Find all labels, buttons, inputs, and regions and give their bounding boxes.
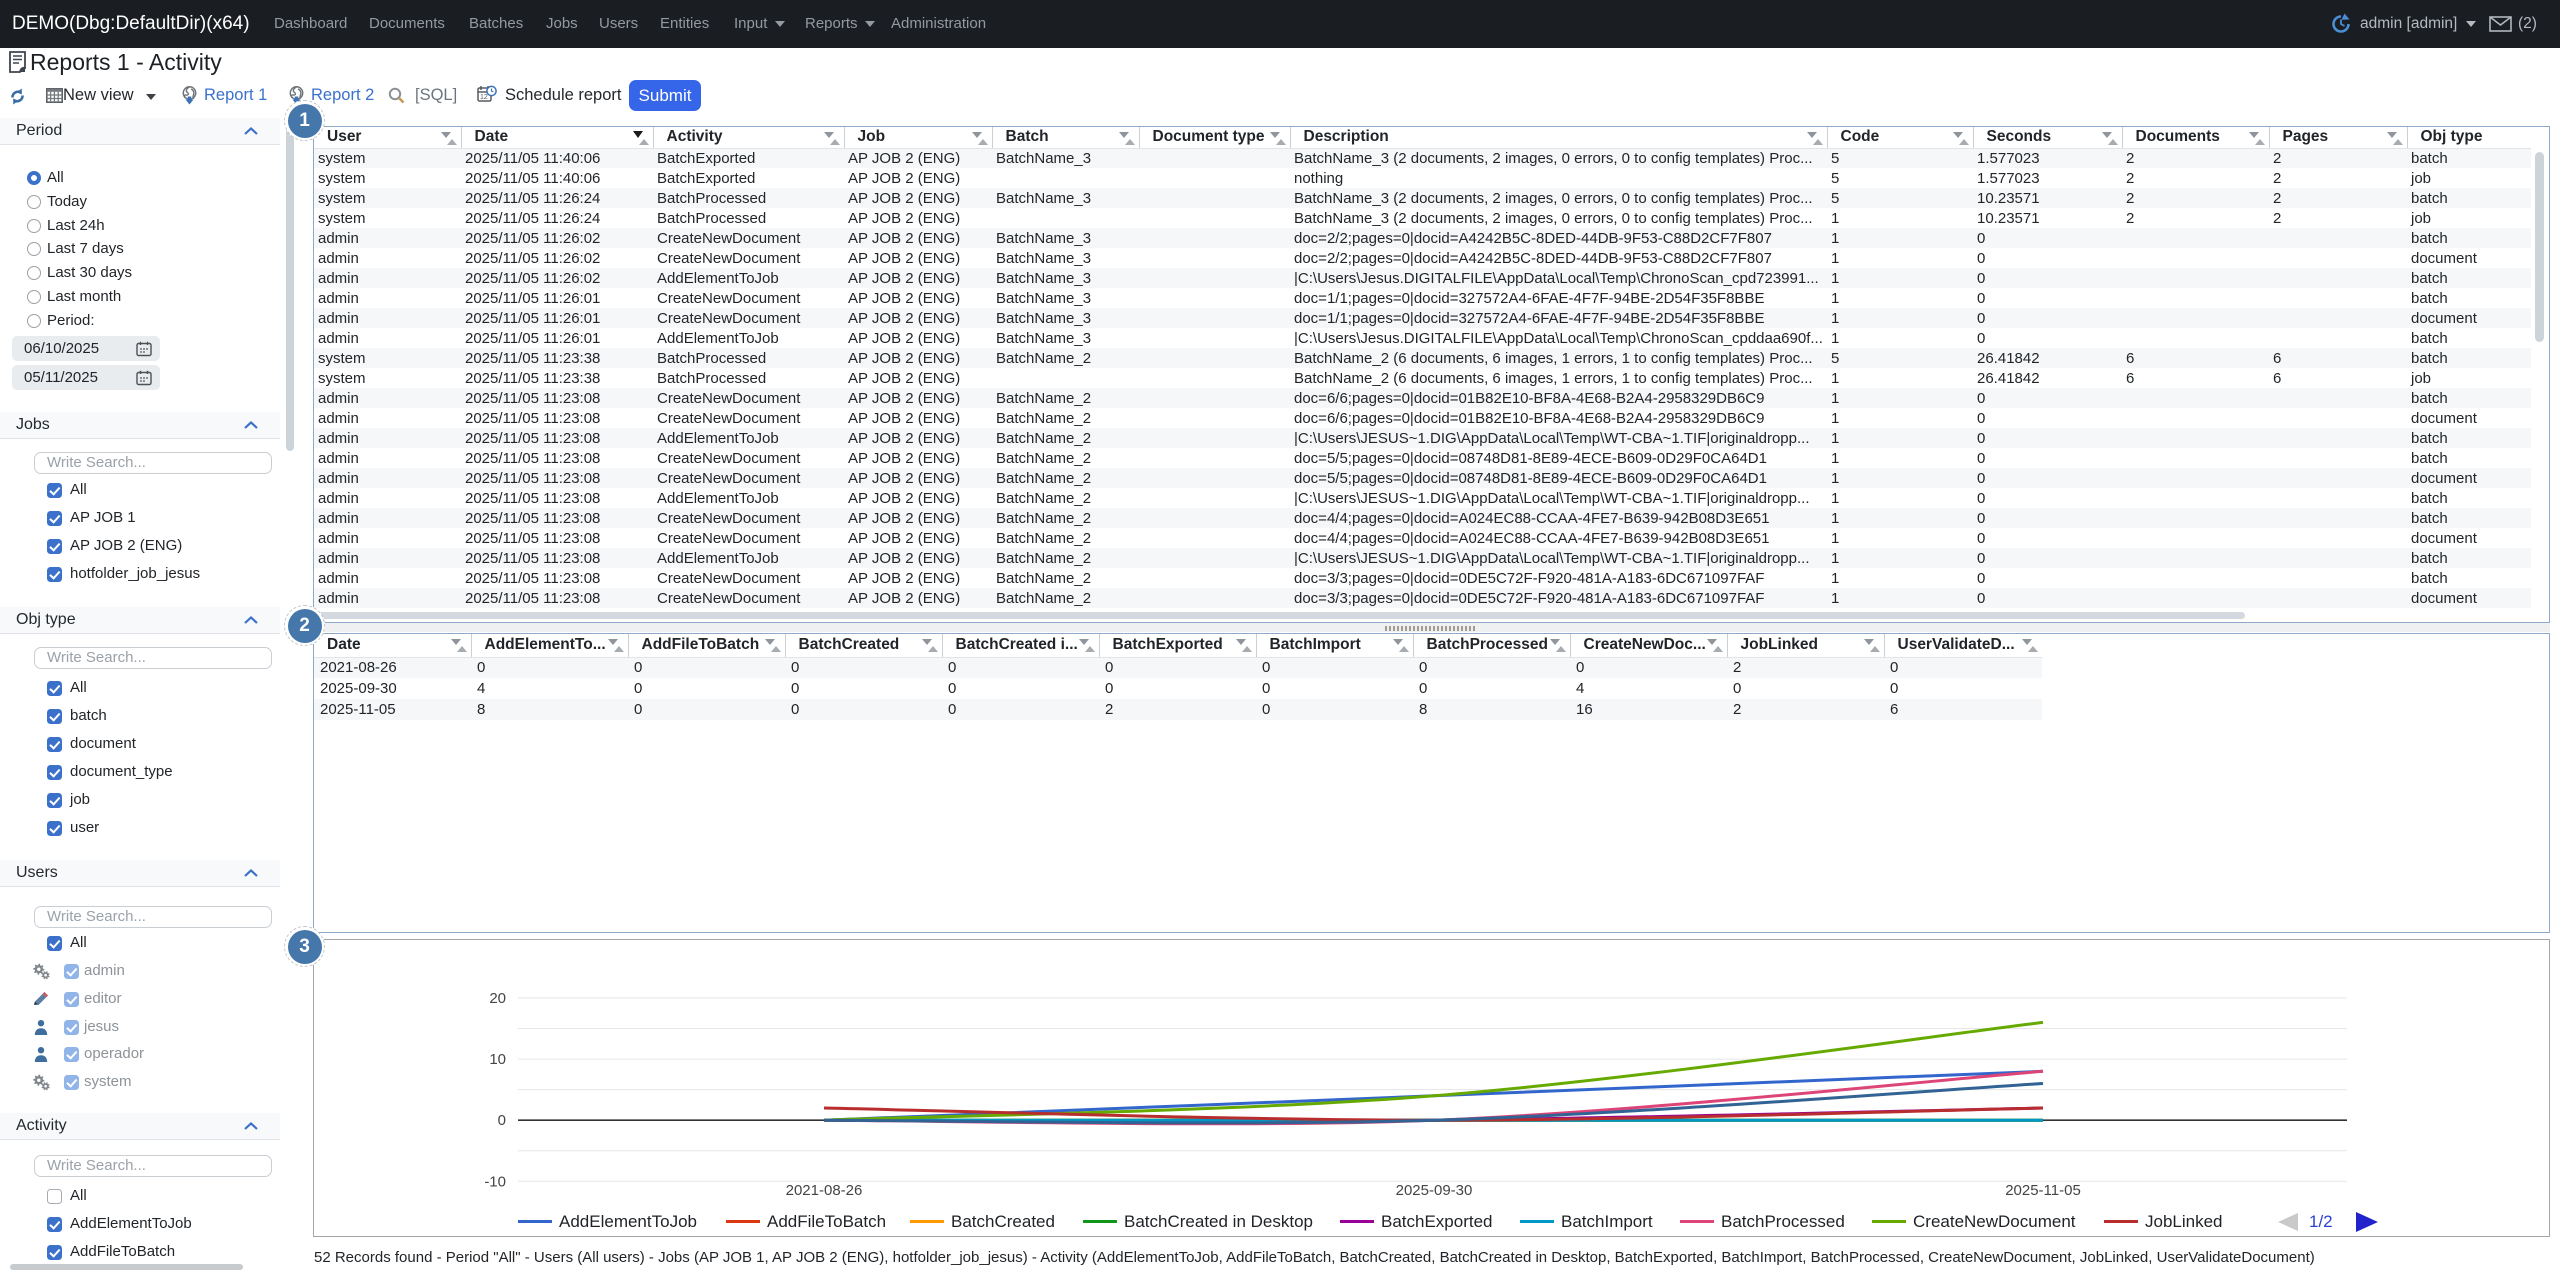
- svg-text:20: 20: [489, 990, 506, 1007]
- svg-text:0: 0: [498, 1112, 506, 1129]
- svg-text:10: 10: [489, 1051, 506, 1068]
- svg-text:2025-09-30: 2025-09-30: [1396, 1182, 1473, 1199]
- svg-text:2025-11-05: 2025-11-05: [2005, 1182, 2081, 1199]
- svg-text:12: 12: [480, 94, 488, 101]
- svg-text:2021-08-26: 2021-08-26: [786, 1182, 863, 1199]
- svg-text:-10: -10: [484, 1173, 506, 1190]
